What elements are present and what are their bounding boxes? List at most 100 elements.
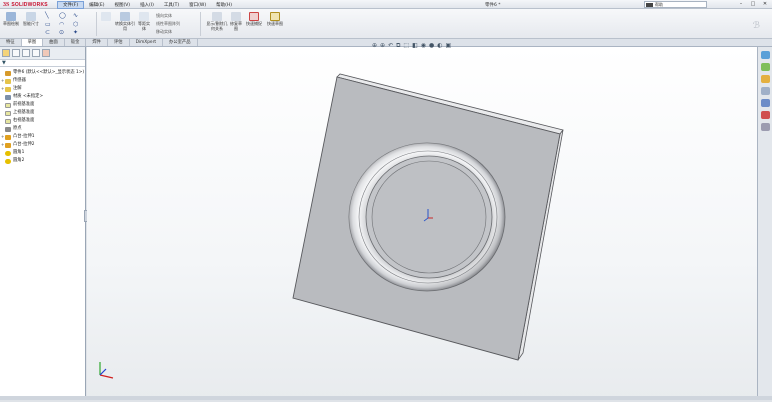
tab-office-products[interactable]: 办公室产品 bbox=[163, 39, 198, 46]
custom-properties-icon[interactable] bbox=[760, 123, 770, 131]
sketch-button[interactable]: 草图绘制 bbox=[2, 12, 20, 27]
tree-node-part[interactable]: 零件6 (默认<<默认>_显示状态 1>) bbox=[1, 69, 85, 77]
tree-node-fillet1[interactable]: 圆角1 bbox=[1, 149, 85, 157]
tree-filter[interactable]: ▼ bbox=[0, 60, 85, 67]
convert-entities-button[interactable]: 转换实体引用 bbox=[115, 12, 135, 31]
view-palette-icon[interactable] bbox=[760, 99, 770, 107]
property-manager-tab-icon[interactable] bbox=[12, 49, 20, 57]
ds-logo-mark: 3S bbox=[3, 1, 10, 8]
tree-node-right-plane[interactable]: 右视基准面 bbox=[1, 117, 85, 125]
annotation-icon bbox=[5, 86, 11, 92]
arc-icon[interactable]: ◠ bbox=[59, 21, 64, 28]
menu-tools[interactable]: 工具(T) bbox=[159, 2, 184, 8]
boss-top-edge bbox=[371, 160, 487, 274]
tab-sketch[interactable]: 草图 bbox=[21, 39, 44, 46]
ellipse-icon[interactable]: ⊙ bbox=[59, 29, 64, 36]
tab-sheet-metal[interactable]: 钣金 bbox=[65, 39, 87, 46]
search-pane-icon[interactable] bbox=[760, 87, 770, 95]
display-delete-relations-button[interactable]: 显示/删除几何关系 bbox=[205, 12, 229, 31]
trim-entities-button[interactable] bbox=[99, 12, 113, 22]
design-library-icon[interactable] bbox=[760, 63, 770, 71]
menu-file[interactable]: 文件(F) bbox=[57, 0, 85, 9]
tree-node-top-plane[interactable]: 上视基准面 bbox=[1, 109, 85, 117]
model-view bbox=[99, 73, 564, 379]
menu-help[interactable]: 帮助(H) bbox=[211, 2, 237, 8]
menu-view[interactable]: 视图(V) bbox=[109, 2, 135, 8]
rapid-sketch-icon bbox=[270, 12, 280, 21]
slot-icon[interactable]: ⊂ bbox=[45, 29, 50, 36]
zoom-area-icon[interactable]: ⊕ bbox=[380, 42, 385, 50]
solidworks-resources-icon[interactable] bbox=[760, 51, 770, 59]
plane-icon bbox=[5, 118, 11, 124]
close-icon[interactable]: ✕ bbox=[760, 1, 770, 8]
menu-edit[interactable]: 编辑(E) bbox=[84, 2, 109, 8]
fillet-icon bbox=[5, 158, 11, 164]
display-manager-tab-icon[interactable] bbox=[42, 49, 50, 57]
origin-icon bbox=[5, 126, 11, 132]
offset-icon bbox=[139, 12, 149, 21]
document-title: 零件6 * bbox=[485, 3, 501, 8]
tree-node-front-plane[interactable]: 前视基准面 bbox=[1, 101, 85, 109]
quick-snaps-button[interactable]: 快速捕捉 bbox=[246, 12, 262, 27]
maximize-icon[interactable]: □ bbox=[748, 1, 758, 8]
zoom-to-fit-icon[interactable]: ⊕ bbox=[372, 42, 377, 50]
view-settings-icon[interactable]: ▣ bbox=[445, 42, 451, 50]
convert-icon bbox=[120, 12, 130, 21]
repair-sketch-button[interactable]: 修复草图 bbox=[229, 12, 243, 31]
graphics-area[interactable]: ⊕ ⊕ ↶ ⧉ ⬚ ◧ ◉ ● ◐ ▣ bbox=[87, 42, 757, 400]
edit-appearance-icon[interactable]: ● bbox=[429, 42, 434, 50]
linear-pattern[interactable]: 线性草图阵列 bbox=[156, 21, 180, 27]
smart-dimension-button[interactable]: 智能尺寸 bbox=[22, 12, 40, 27]
trim-icon bbox=[101, 12, 111, 21]
feature-tree-tab-icon[interactable] bbox=[2, 49, 10, 57]
tab-evaluate[interactable]: 评估 bbox=[108, 39, 130, 46]
tab-dimxpert[interactable]: DimXpert bbox=[130, 39, 164, 46]
brand-name: SOLIDWORKS bbox=[11, 1, 48, 8]
mirror-entities[interactable]: 镜向实体 bbox=[156, 13, 172, 19]
point-icon[interactable]: ✦ bbox=[73, 29, 78, 36]
search-scope-icon[interactable] bbox=[646, 3, 653, 7]
configuration-manager-tab-icon[interactable] bbox=[22, 49, 30, 57]
tab-features[interactable]: 特征 bbox=[0, 39, 22, 46]
previous-view-icon[interactable]: ↶ bbox=[388, 42, 393, 50]
circle-icon[interactable]: ◯ bbox=[59, 12, 66, 19]
menu-insert[interactable]: 插入(I) bbox=[135, 2, 159, 8]
tree-node-annotations[interactable]: + 注解 bbox=[1, 85, 85, 93]
tree-node-material[interactable]: 材质 <未指定> bbox=[1, 93, 85, 101]
tab-surfaces[interactable]: 曲面 bbox=[43, 39, 65, 46]
menu-window[interactable]: 窗口(W) bbox=[184, 2, 211, 8]
smart-dimension-icon bbox=[26, 12, 36, 21]
move-entities[interactable]: 移动实体 bbox=[156, 29, 172, 35]
display-style-icon[interactable]: ◧ bbox=[412, 42, 418, 50]
filter-icon[interactable]: ▼ bbox=[2, 60, 6, 66]
plane-icon bbox=[5, 102, 11, 108]
spline-icon[interactable]: ∿ bbox=[73, 12, 78, 19]
minimize-icon[interactable]: – bbox=[736, 1, 746, 8]
tree-node-origin[interactable]: 原点 bbox=[1, 125, 85, 133]
rapid-sketch-button[interactable]: 快速草图 bbox=[266, 12, 284, 27]
dimxpert-manager-tab-icon[interactable] bbox=[32, 49, 40, 57]
section-view-icon[interactable]: ⧉ bbox=[396, 42, 400, 50]
task-pane bbox=[757, 47, 772, 400]
offset-entities-button[interactable]: 等距实体 bbox=[137, 12, 151, 31]
tree-node-fillet2[interactable]: 圆角2 bbox=[1, 157, 85, 165]
apply-scene-icon[interactable]: ◐ bbox=[437, 42, 442, 50]
fillet-icon bbox=[5, 150, 11, 156]
tree-node-boss-extrude2[interactable]: + 凸台-拉伸2 bbox=[1, 141, 85, 149]
appearances-icon[interactable] bbox=[760, 111, 770, 119]
rectangle-icon[interactable]: ▭ bbox=[45, 21, 51, 28]
tree-node-sensors[interactable]: + 传感器 bbox=[1, 77, 85, 85]
file-explorer-icon[interactable] bbox=[760, 75, 770, 83]
polygon-icon[interactable]: ⬡ bbox=[73, 21, 78, 28]
window-controls: – □ ✕ bbox=[736, 1, 770, 8]
feature-manager-panel: ▼ 零件6 (默认<<默认>_显示状态 1>) + 传感器 + 注解 材质 <未指定… bbox=[0, 47, 86, 400]
view-orientation-icon[interactable]: ⬚ bbox=[403, 42, 409, 50]
hide-show-items-icon[interactable]: ◉ bbox=[421, 42, 426, 50]
solidworks-logo[interactable]: 3S SOLIDWORKS bbox=[3, 1, 48, 8]
line-icon[interactable]: ╲ bbox=[45, 12, 49, 19]
tab-weldments[interactable]: 焊件 bbox=[86, 39, 108, 46]
ribbon-separator bbox=[200, 12, 201, 36]
feature-tree: 零件6 (默认<<默认>_显示状态 1>) + 传感器 + 注解 材质 <未指定> … bbox=[0, 67, 85, 165]
search-input[interactable]: 帮助 bbox=[644, 1, 707, 8]
tree-node-boss-extrude1[interactable]: + 凸台-拉伸1 bbox=[1, 133, 85, 141]
